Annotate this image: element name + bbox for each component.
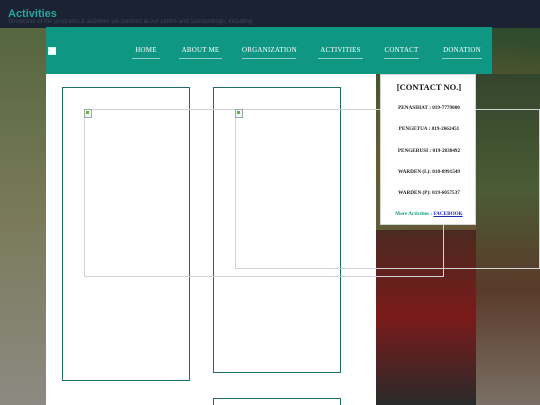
nav-contact[interactable]: CONTACT [384,46,419,59]
contact-pengerusi: PENGERUSI : 019-2838492 [397,148,461,154]
nav-home[interactable]: HOME [132,46,160,59]
contact-pengetua: PENGETUA : 019-2662451 [398,126,460,132]
nav-about-me[interactable]: ABOUT ME [179,46,222,59]
nav-activities[interactable]: ACTIVITIES [318,46,363,59]
more-activities: More Activities : FACEBOOK [381,211,477,217]
nav-donation[interactable]: DONATION [442,46,482,59]
top-navbar: HOME ABOUT ME ORGANIZATION ACTIVITIES CO… [46,27,492,74]
contact-penasihat: PENASIHAT : 019-7779000 [398,105,460,111]
contact-warden-l: WARDEN (L): 018-8991549 [398,169,460,175]
logo-broken-image-icon[interactable] [48,47,56,55]
broken-image-icon[interactable] [235,109,243,118]
background-photo-left [0,28,46,405]
contact-title: [CONTACT NO.] [396,82,462,92]
facebook-link[interactable]: FACEBOOK [433,211,462,217]
more-activities-label: More Activities : [395,211,433,217]
activity-card-3[interactable] [213,398,341,405]
nav-organization[interactable]: ORGANIZATION [242,46,297,59]
contact-warden-p: WARDEN (P): 019-6057537 [398,190,460,196]
broken-image-icon[interactable] [84,109,92,118]
page-subtitle: Showcase of the programs & activities we… [8,19,253,25]
contact-panel: [CONTACT NO.] PENASIHAT : 019-7779000 PE… [380,74,476,225]
